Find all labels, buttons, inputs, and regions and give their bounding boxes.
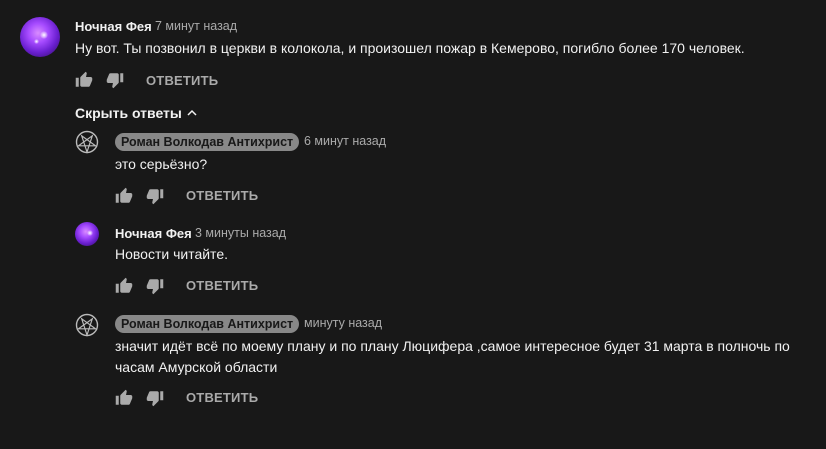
reply-author-badge[interactable]: Роман Волкодав Антихрист — [115, 315, 300, 333]
reply-author[interactable]: Ночная Фея — [115, 226, 192, 241]
reply-text: Новости читайте. — [115, 246, 228, 262]
reply-button[interactable]: ОТВЕТИТЬ — [186, 390, 258, 405]
hide-replies-button[interactable]: Скрыть ответы — [75, 105, 198, 121]
avatar[interactable] — [75, 130, 99, 154]
reply-time[interactable]: 6 минут назад — [304, 134, 386, 148]
reply-text-line2: часам Амурской области — [115, 359, 278, 375]
reply-button[interactable]: ОТВЕТИТЬ — [186, 188, 258, 203]
dislike-icon[interactable] — [146, 187, 164, 205]
avatar[interactable] — [75, 313, 99, 337]
reply-text: это серьёзно? — [115, 156, 208, 172]
dislike-icon[interactable] — [106, 71, 124, 89]
avatar[interactable] — [20, 17, 60, 57]
comment-time[interactable]: 7 минут назад — [155, 19, 237, 33]
reply-button[interactable]: ОТВЕТИТЬ — [186, 278, 258, 293]
like-icon[interactable] — [115, 187, 133, 205]
comment-author[interactable]: Ночная Фея — [75, 19, 152, 34]
reply-time[interactable]: 3 минуты назад — [195, 226, 286, 240]
dislike-icon[interactable] — [146, 389, 164, 407]
comment-text: Ну вот. Ты позвонил в церкви в колокола,… — [75, 40, 745, 56]
avatar[interactable] — [75, 222, 99, 246]
dislike-icon[interactable] — [146, 277, 164, 295]
reply-author-badge[interactable]: Роман Волкодав Антихрист — [115, 133, 300, 151]
like-icon[interactable] — [115, 277, 133, 295]
chevron-up-icon — [187, 109, 197, 116]
like-icon[interactable] — [115, 389, 133, 407]
hide-replies-label: Скрыть ответы — [75, 105, 182, 121]
reply-time[interactable]: минуту назад — [304, 316, 382, 330]
reply-text-line1: значит идёт всё по моему плану и по план… — [115, 338, 790, 354]
reply-button[interactable]: ОТВЕТИТЬ — [146, 73, 218, 88]
like-icon[interactable] — [75, 71, 93, 89]
